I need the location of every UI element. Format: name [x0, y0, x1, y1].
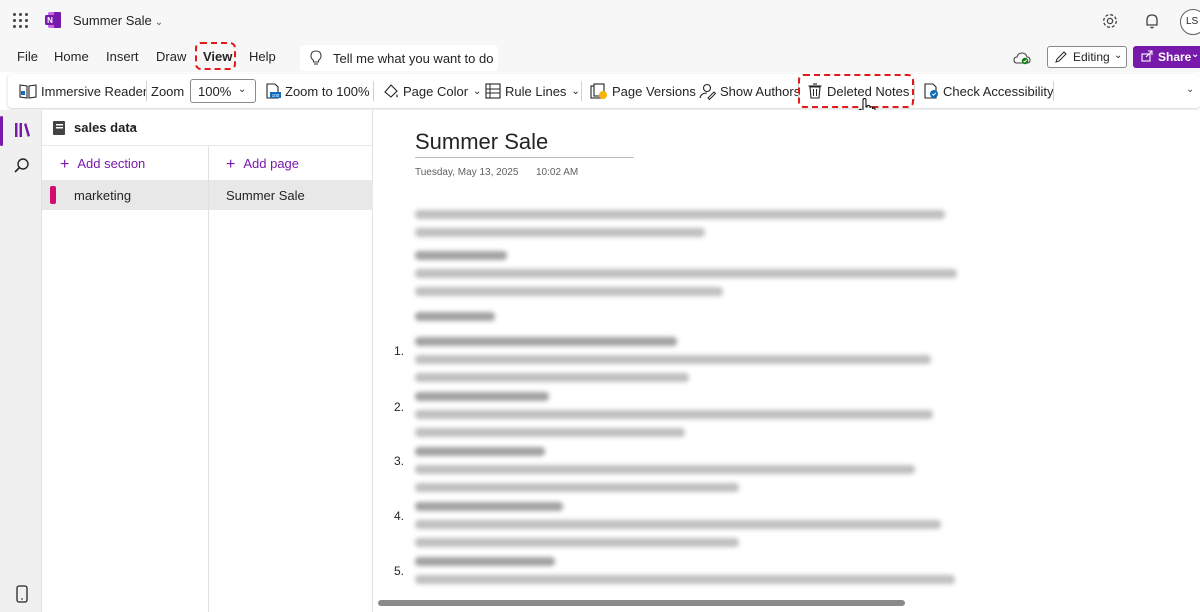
tab-insert[interactable]: Insert — [106, 49, 139, 64]
page-versions-label: Page Versions — [612, 83, 696, 99]
plus-icon: + — [60, 156, 70, 173]
divider — [373, 81, 374, 101]
page-date: Tuesday, May 13, 2025 — [415, 167, 519, 178]
immersive-reader-label: Immersive Reader — [41, 83, 148, 99]
accessibility-icon — [924, 83, 938, 99]
share-icon — [1141, 50, 1153, 62]
title-underline — [415, 157, 634, 158]
notebook-name: sales data — [74, 120, 137, 135]
page-color-icon — [384, 84, 398, 98]
tab-home[interactable]: Home — [54, 49, 89, 64]
deleted-notes-highlight — [798, 74, 914, 108]
view-tab-highlight — [195, 42, 236, 70]
notebooks-icon[interactable] — [12, 120, 32, 140]
divider — [914, 81, 915, 101]
zoom-select[interactable]: 100% ⌄ — [190, 79, 256, 103]
page-versions-icon — [590, 83, 607, 99]
command-ribbon: Immersive Reader Zoom 100% ⌄ 100 Zoom to… — [8, 74, 1200, 108]
divider — [208, 146, 209, 612]
page-title[interactable]: Summer Sale — [415, 129, 548, 155]
list-number: 4. — [394, 509, 405, 523]
chevron-down-icon: ⌄ — [130, 120, 139, 131]
zoom-to-100-label: Zoom to 100% — [285, 83, 370, 99]
immersive-reader-icon — [19, 84, 37, 99]
editing-label: Editing — [1073, 50, 1110, 64]
zoom-100-icon: 100 — [266, 83, 281, 99]
horizontal-scrollbar[interactable] — [378, 600, 905, 606]
list-number: 1. — [394, 344, 405, 358]
show-authors-button[interactable]: Show Authors — [697, 74, 800, 108]
document-title[interactable]: Summer Sale ⌄ — [73, 13, 163, 28]
rule-lines-label: Rule Lines — [505, 83, 567, 99]
avatar[interactable]: LS — [1180, 9, 1200, 35]
chevron-down-icon: ⌄ — [154, 17, 164, 28]
notebook-picker[interactable]: sales data ⌄ — [42, 110, 373, 146]
divider — [146, 81, 147, 101]
list-number: 5. — [394, 564, 405, 578]
chevron-down-icon: ⌄ — [1114, 50, 1123, 61]
page-label: Summer Sale — [226, 188, 305, 203]
rail-active-indicator — [0, 116, 3, 146]
divider — [1053, 81, 1054, 101]
chevron-down-icon: ⌄ — [238, 84, 247, 95]
tell-me-placeholder: Tell me what you want to do — [333, 51, 494, 66]
svg-text:100: 100 — [272, 93, 280, 98]
share-button[interactable]: Share ⌄ — [1133, 46, 1200, 68]
notebook-icon — [53, 121, 65, 135]
onenote-logo-icon: N — [45, 12, 61, 28]
tab-draw[interactable]: Draw — [156, 49, 186, 64]
check-accessibility-label: Check Accessibility — [943, 83, 1054, 99]
add-section-button[interactable]: + Add section — [60, 156, 145, 174]
page-versions-button[interactable]: Page Versions — [589, 74, 696, 108]
app-launcher-icon[interactable] — [13, 13, 28, 28]
zoom-to-100-button[interactable]: 100 Zoom to 100% — [264, 74, 370, 108]
zoom-label: Zoom — [151, 83, 185, 99]
add-page-button[interactable]: + Add page — [226, 156, 299, 174]
section-color-tab — [50, 186, 56, 204]
divider — [581, 81, 582, 101]
list-number: 2. — [394, 400, 405, 414]
sync-icon — [1013, 52, 1031, 65]
list-number: 3. — [394, 454, 405, 468]
svg-text:N: N — [47, 16, 53, 25]
rule-lines-icon — [485, 83, 501, 99]
page-canvas[interactable]: Summer Sale Tuesday, May 13, 2025 10:02 … — [374, 110, 1200, 612]
rule-lines-button[interactable]: Rule Lines ⌄ — [484, 74, 580, 108]
chevron-down-icon: ⌄ — [1191, 49, 1200, 60]
chevron-down-icon: ⌄ — [473, 85, 482, 97]
mobile-icon[interactable] — [12, 584, 32, 604]
chevron-down-icon: ⌄ — [571, 85, 580, 97]
page-time: 10:02 AM — [536, 167, 579, 178]
tab-help[interactable]: Help — [249, 49, 276, 64]
tab-file[interactable]: File — [17, 49, 38, 64]
page-color-button[interactable]: Page Color ⌄ — [382, 74, 481, 108]
immersive-reader-button[interactable]: Immersive Reader — [18, 74, 147, 108]
plus-icon: + — [226, 156, 236, 173]
ribbon-expand-chevron-icon[interactable]: ⌄ — [1186, 84, 1194, 95]
show-authors-label: Show Authors — [720, 83, 801, 99]
settings-icon[interactable] — [1100, 11, 1120, 31]
title-bar: N Summer Sale ⌄ LS — [0, 0, 1200, 42]
check-accessibility-button[interactable]: Check Accessibility — [922, 74, 1054, 108]
editing-mode-button[interactable]: Editing ⌄ — [1047, 46, 1127, 68]
bell-icon[interactable] — [1142, 11, 1162, 31]
zoom-value: 100% — [198, 84, 232, 99]
search-icon[interactable] — [12, 156, 32, 176]
section-label: marketing — [74, 188, 132, 203]
tell-me-search[interactable]: Tell me what you want to do — [300, 45, 498, 71]
blurred-body-text — [415, 210, 975, 593]
lightbulb-icon — [310, 50, 322, 65]
show-authors-icon — [699, 83, 717, 100]
page-color-label: Page Color — [403, 83, 469, 99]
left-rail — [0, 110, 42, 612]
pencil-icon — [1055, 51, 1067, 63]
share-label: Share — [1158, 50, 1192, 64]
notebook-navigation: sales data ⌄ + Add section + Add page mark… — [42, 110, 373, 612]
